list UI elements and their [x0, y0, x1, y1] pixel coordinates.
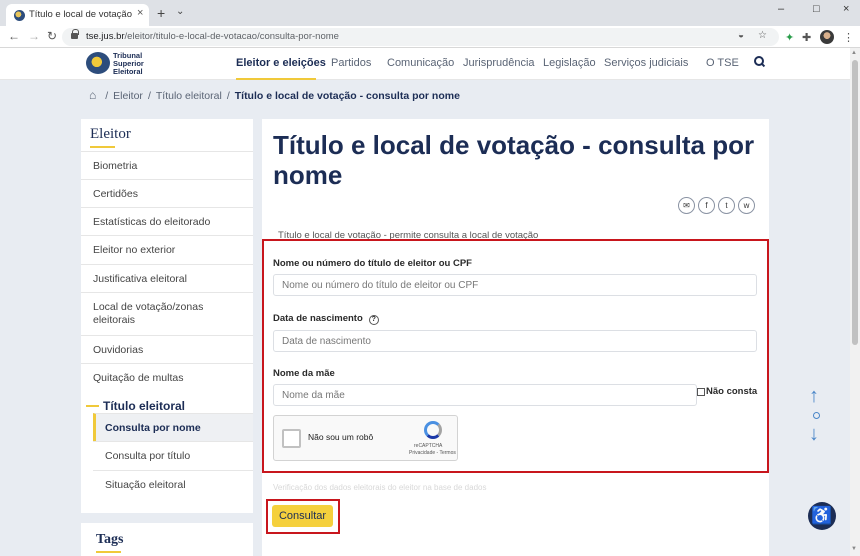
address-bar[interactable]: tse.jus.br/eleitor/titulo-e-local-de-vot…	[62, 28, 779, 46]
maximize-icon[interactable]: □	[813, 3, 820, 15]
sidebar-item-consulta-titulo[interactable]: Consulta por título	[93, 441, 253, 470]
tags-underline	[96, 551, 121, 553]
nav-partidos[interactable]: Partidos	[331, 57, 371, 69]
tab-close-icon[interactable]: ×	[137, 7, 143, 19]
nav-legislacao[interactable]: Legislação	[543, 57, 596, 69]
twitter-share-icon[interactable]: t	[718, 197, 735, 214]
breadcrumb: ⌂ / Eleitor / Título eleitoral / Título e loca…	[89, 88, 460, 102]
star-icon[interactable]: ☆	[758, 30, 767, 41]
scroll-up-icon[interactable]: ↑	[809, 385, 819, 408]
consulta-form: Nome ou número do título de eleitor ou C…	[262, 239, 769, 473]
faded-note: Verificação dos dados eleitorais do elei…	[273, 483, 487, 492]
tse-logo-icon	[86, 52, 110, 74]
recaptcha-terms-link[interactable]: Privacidade - Termos	[409, 450, 456, 456]
tags-title: Tags	[96, 532, 124, 547]
search-icon[interactable]	[754, 56, 765, 67]
help-icon[interactable]: ?	[368, 315, 379, 325]
nav-o-tse[interactable]: O TSE	[706, 57, 739, 69]
reload-icon[interactable]: ↻	[47, 29, 57, 43]
logo-text: Tribunal Superior Eleitoral	[113, 52, 144, 76]
breadcrumb-eleitor[interactable]: Eleitor	[113, 90, 143, 102]
scrollbar-down-icon[interactable]: ▼	[851, 546, 857, 552]
name-input[interactable]	[273, 274, 757, 296]
extension-icon[interactable]: ✦	[785, 31, 794, 44]
profile-avatar[interactable]	[820, 30, 834, 44]
puzzle-icon[interactable]: ✚	[802, 31, 811, 44]
browser-tabbar: Título e local de votação - cons × + ⌄ –…	[0, 0, 860, 26]
tags-box: Tags	[81, 523, 253, 556]
back-icon[interactable]: ←	[8, 29, 20, 43]
home-icon[interactable]: ⌂	[89, 88, 96, 102]
sidebar-item-quitacao[interactable]: Quitação de multas	[81, 363, 253, 391]
lock-icon[interactable]	[71, 29, 79, 40]
facebook-share-icon[interactable]: f	[698, 197, 715, 214]
breadcrumb-titulo-eleitoral[interactable]: Título eleitoral	[156, 90, 222, 102]
recaptcha-widget: Não sou um robô reCAPTCHA Privacidade - …	[273, 415, 458, 461]
name-label: Nome ou número do título de eleitor ou C…	[273, 258, 472, 269]
email-share-icon[interactable]: ✉	[678, 197, 695, 214]
sidebar-item-biometria[interactable]: Biometria	[81, 151, 253, 179]
sidebar-title: Eleitor	[90, 126, 131, 142]
new-tab-icon[interactable]: +	[157, 5, 165, 21]
close-window-icon[interactable]: ×	[843, 3, 849, 15]
sidebar-title-underline	[90, 146, 115, 148]
scrollbar-up-icon[interactable]: ▲	[851, 50, 857, 56]
tse-favicon-icon	[14, 10, 25, 21]
sidebar-item-consulta-nome[interactable]: Consulta por nome	[93, 413, 253, 441]
sidebar-subsection-titulo[interactable]: Título eleitoral	[103, 399, 185, 413]
tab-search-icon[interactable]: ⌄	[176, 6, 184, 17]
url-domain: tse.jus.br	[86, 31, 125, 42]
birth-label: Data de nascimento?	[273, 313, 379, 325]
forward-icon[interactable]: →	[28, 29, 40, 43]
sidebar-item-ouvidorias[interactable]: Ouvidorias	[81, 335, 253, 363]
sidebar-item-local-votacao[interactable]: Local de votação/zonas eleitorais	[81, 292, 253, 335]
sidebar-item-certidoes[interactable]: Certidões	[81, 179, 253, 207]
sidebar-item-estatisticas[interactable]: Estatísticas do eleitorado	[81, 207, 253, 235]
sidebar: Eleitor Biometria Certidões Estatísticas…	[81, 119, 253, 513]
translate-icon[interactable]: ◒	[738, 30, 744, 41]
page-scrollbar[interactable]: ▲ ▼	[850, 48, 860, 556]
main-content: Título e local de votação - consulta por…	[262, 119, 769, 556]
browser-tab[interactable]: Título e local de votação - cons ×	[6, 4, 149, 26]
scroll-position-dot	[813, 412, 820, 419]
active-nav-underline	[236, 78, 316, 80]
submit-highlight: Consultar	[266, 499, 340, 534]
not-listed-label[interactable]: Não consta	[706, 386, 757, 397]
page-title: Título e local de votação - consulta por…	[273, 130, 755, 190]
nav-servicos-judiciais[interactable]: Serviços judiciais	[604, 57, 688, 69]
menu-kebab-icon[interactable]: ⋮	[843, 31, 854, 44]
minimize-icon[interactable]: –	[778, 3, 784, 15]
consultar-button[interactable]: Consultar	[272, 505, 333, 527]
whatsapp-share-icon[interactable]: w	[738, 197, 755, 214]
birth-input[interactable]	[273, 330, 757, 352]
sidebar-item-justificativa[interactable]: Justificativa eleitoral	[81, 264, 253, 292]
nav-eleitor-e-eleicoes[interactable]: Eleitor e eleições	[236, 57, 326, 69]
subsection-marker	[86, 405, 99, 407]
breadcrumb-current: Título e local de votação - consulta por…	[234, 90, 460, 102]
accessibility-icon[interactable]: ♿	[808, 502, 836, 530]
birth-label-text: Data de nascimento	[273, 313, 363, 324]
sidebar-item-exterior[interactable]: Eleitor no exterior	[81, 235, 253, 264]
logo-line-3: Eleitoral	[113, 67, 143, 76]
nav-comunicacao[interactable]: Comunicação	[387, 57, 454, 69]
tab-title: Título e local de votação - cons	[29, 9, 133, 20]
scroll-down-icon[interactable]: ↓	[809, 423, 819, 446]
nav-jurisprudencia[interactable]: Jurisprudência	[463, 57, 535, 69]
recaptcha-brand: reCAPTCHA	[414, 443, 443, 449]
url-path: /eleitor/titulo-e-local-de-votacao/consu…	[124, 31, 339, 42]
site-header: Tribunal Superior Eleitoral Eleitor e el…	[0, 48, 850, 80]
recaptcha-label: Não sou um robô	[308, 432, 374, 442]
scrollbar-thumb[interactable]	[852, 60, 858, 345]
browser-toolbar: ← → ↻ tse.jus.br/eleitor/titulo-e-local-…	[0, 26, 860, 48]
mother-input[interactable]	[273, 384, 697, 406]
sidebar-item-situacao[interactable]: Situação eleitoral	[93, 470, 253, 499]
recaptcha-checkbox[interactable]	[282, 429, 301, 448]
not-listed-checkbox[interactable]	[697, 388, 705, 396]
url-text: tse.jus.br/eleitor/titulo-e-local-de-vot…	[86, 31, 339, 42]
mother-label: Nome da mãe	[273, 368, 335, 379]
recaptcha-logo-icon	[424, 421, 442, 439]
